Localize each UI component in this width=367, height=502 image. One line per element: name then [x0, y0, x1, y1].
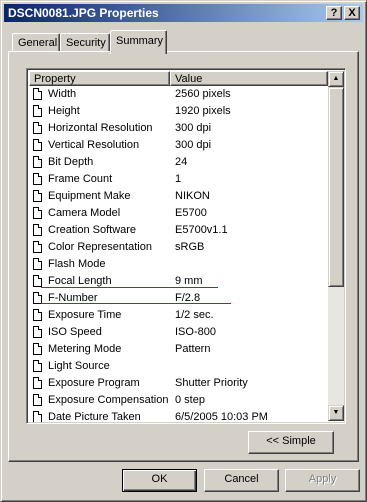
- property-value: 300 dpi: [175, 139, 212, 151]
- property-value: NIKON: [175, 190, 210, 202]
- property-rows: Width 2560 pixels Height 1920 pixels Horizon…: [29, 86, 328, 422]
- property-value: 1920 pixels: [175, 105, 231, 117]
- property-name: Frame Count: [48, 173, 113, 185]
- scroll-down-arrow-icon[interactable]: ▼: [328, 405, 344, 421]
- apply-button[interactable]: Apply: [285, 469, 360, 492]
- property-name: Equipment Make: [48, 190, 131, 202]
- property-name: Bit Depth: [48, 156, 94, 168]
- table-row[interactable]: Height 1920 pixels: [29, 103, 328, 120]
- table-row[interactable]: Frame Count 1: [29, 171, 328, 188]
- property-name: Creation Software: [48, 224, 137, 236]
- table-row[interactable]: Exposure Program Shutter Priority: [29, 375, 328, 392]
- property-value: 0 step: [175, 394, 205, 406]
- document-icon: [33, 139, 42, 151]
- property-value: 2560 pixels: [175, 88, 231, 100]
- property-name: Light Source: [48, 360, 110, 372]
- help-button[interactable]: ?: [326, 6, 342, 20]
- property-value: Shutter Priority: [175, 377, 248, 389]
- property-name: Flash Mode: [48, 258, 106, 270]
- document-icon: [33, 122, 42, 134]
- properties-dialog: DSCN0081.JPG Properties ? X General Secu…: [0, 0, 367, 502]
- document-icon: [33, 309, 42, 321]
- tab-general[interactable]: General: [12, 33, 60, 52]
- property-name: Exposure Program: [48, 377, 140, 389]
- property-value: sRGB: [175, 241, 205, 253]
- table-row[interactable]: Flash Mode: [29, 256, 328, 273]
- column-header-value[interactable]: Value: [170, 71, 328, 86]
- scroll-thumb[interactable]: [328, 87, 344, 287]
- red-underline-annotation: [41, 303, 231, 304]
- document-icon: [33, 156, 42, 168]
- document-icon: [33, 241, 42, 253]
- document-icon: [33, 343, 42, 355]
- property-value: 1/2 sec.: [175, 309, 214, 321]
- property-name: ISO Speed: [48, 326, 102, 338]
- document-icon: [33, 394, 42, 406]
- property-value: 6/5/2005 10:03 PM: [175, 411, 268, 422]
- property-name: Exposure Time: [48, 309, 122, 321]
- property-value: 300 dpi: [175, 122, 212, 134]
- table-row[interactable]: Bit Depth 24: [29, 154, 328, 171]
- title-bar[interactable]: DSCN0081.JPG Properties ? X: [4, 4, 363, 22]
- table-row[interactable]: Equipment Make NIKON: [29, 188, 328, 205]
- red-underline-annotation: [41, 287, 218, 288]
- table-row[interactable]: Camera Model E5700: [29, 205, 328, 222]
- document-icon: [33, 207, 42, 219]
- document-icon: [33, 411, 42, 422]
- property-name: Exposure Compensation: [48, 394, 169, 406]
- document-icon: [33, 275, 42, 287]
- table-row[interactable]: Vertical Resolution 300 dpi: [29, 137, 328, 154]
- property-name: Horizontal Resolution: [48, 122, 153, 134]
- property-value: 1: [175, 173, 182, 185]
- table-row[interactable]: F-Number F/2.8: [29, 290, 328, 307]
- document-icon: [33, 258, 42, 270]
- property-value: 24: [175, 156, 188, 168]
- property-name: Height: [48, 105, 80, 117]
- property-name: Width: [48, 88, 77, 100]
- property-value: Pattern: [175, 343, 211, 355]
- table-row[interactable]: Horizontal Resolution 300 dpi: [29, 120, 328, 137]
- properties-list[interactable]: Property Value Width 2560 pixels Height 192…: [26, 68, 346, 424]
- table-row[interactable]: Exposure Compensation 0 step: [29, 392, 328, 409]
- document-icon: [33, 173, 42, 185]
- document-icon: [33, 377, 42, 389]
- property-value: ISO-800: [175, 326, 216, 338]
- property-name: Color Representation: [48, 241, 152, 253]
- table-row[interactable]: Light Source: [29, 358, 328, 375]
- document-icon: [33, 326, 42, 338]
- property-value: E5700v1.1: [175, 224, 228, 236]
- scroll-up-arrow-icon[interactable]: ▲: [328, 71, 344, 87]
- document-icon: [33, 224, 42, 236]
- table-row[interactable]: Date Picture Taken 6/5/2005 10:03 PM: [29, 409, 328, 422]
- property-value: E5700: [175, 207, 207, 219]
- column-header-property[interactable]: Property: [29, 71, 170, 86]
- property-name: Date Picture Taken: [48, 411, 141, 422]
- table-row[interactable]: Creation Software E5700v1.1: [29, 222, 328, 239]
- vertical-scrollbar[interactable]: ▲ ▼: [328, 71, 344, 421]
- table-row[interactable]: ISO Speed ISO-800: [29, 324, 328, 341]
- cancel-button[interactable]: Cancel: [204, 469, 279, 492]
- document-icon: [33, 360, 42, 372]
- document-icon: [33, 190, 42, 202]
- document-icon: [33, 88, 42, 100]
- close-button[interactable]: X: [344, 6, 360, 20]
- table-row[interactable]: Width 2560 pixels: [29, 86, 328, 103]
- tab-summary[interactable]: Summary: [110, 30, 167, 54]
- simple-view-button[interactable]: << Simple: [248, 431, 334, 454]
- tab-security[interactable]: Security: [60, 33, 110, 52]
- table-row[interactable]: Exposure Time 1/2 sec.: [29, 307, 328, 324]
- ok-button[interactable]: OK: [122, 469, 197, 492]
- table-row[interactable]: Metering Mode Pattern: [29, 341, 328, 358]
- property-name: Camera Model: [48, 207, 121, 219]
- window-title: DSCN0081.JPG Properties: [8, 6, 159, 20]
- property-name: Metering Mode: [48, 343, 122, 355]
- document-icon: [33, 105, 42, 117]
- property-name: Vertical Resolution: [48, 139, 140, 151]
- table-row[interactable]: Color Representation sRGB: [29, 239, 328, 256]
